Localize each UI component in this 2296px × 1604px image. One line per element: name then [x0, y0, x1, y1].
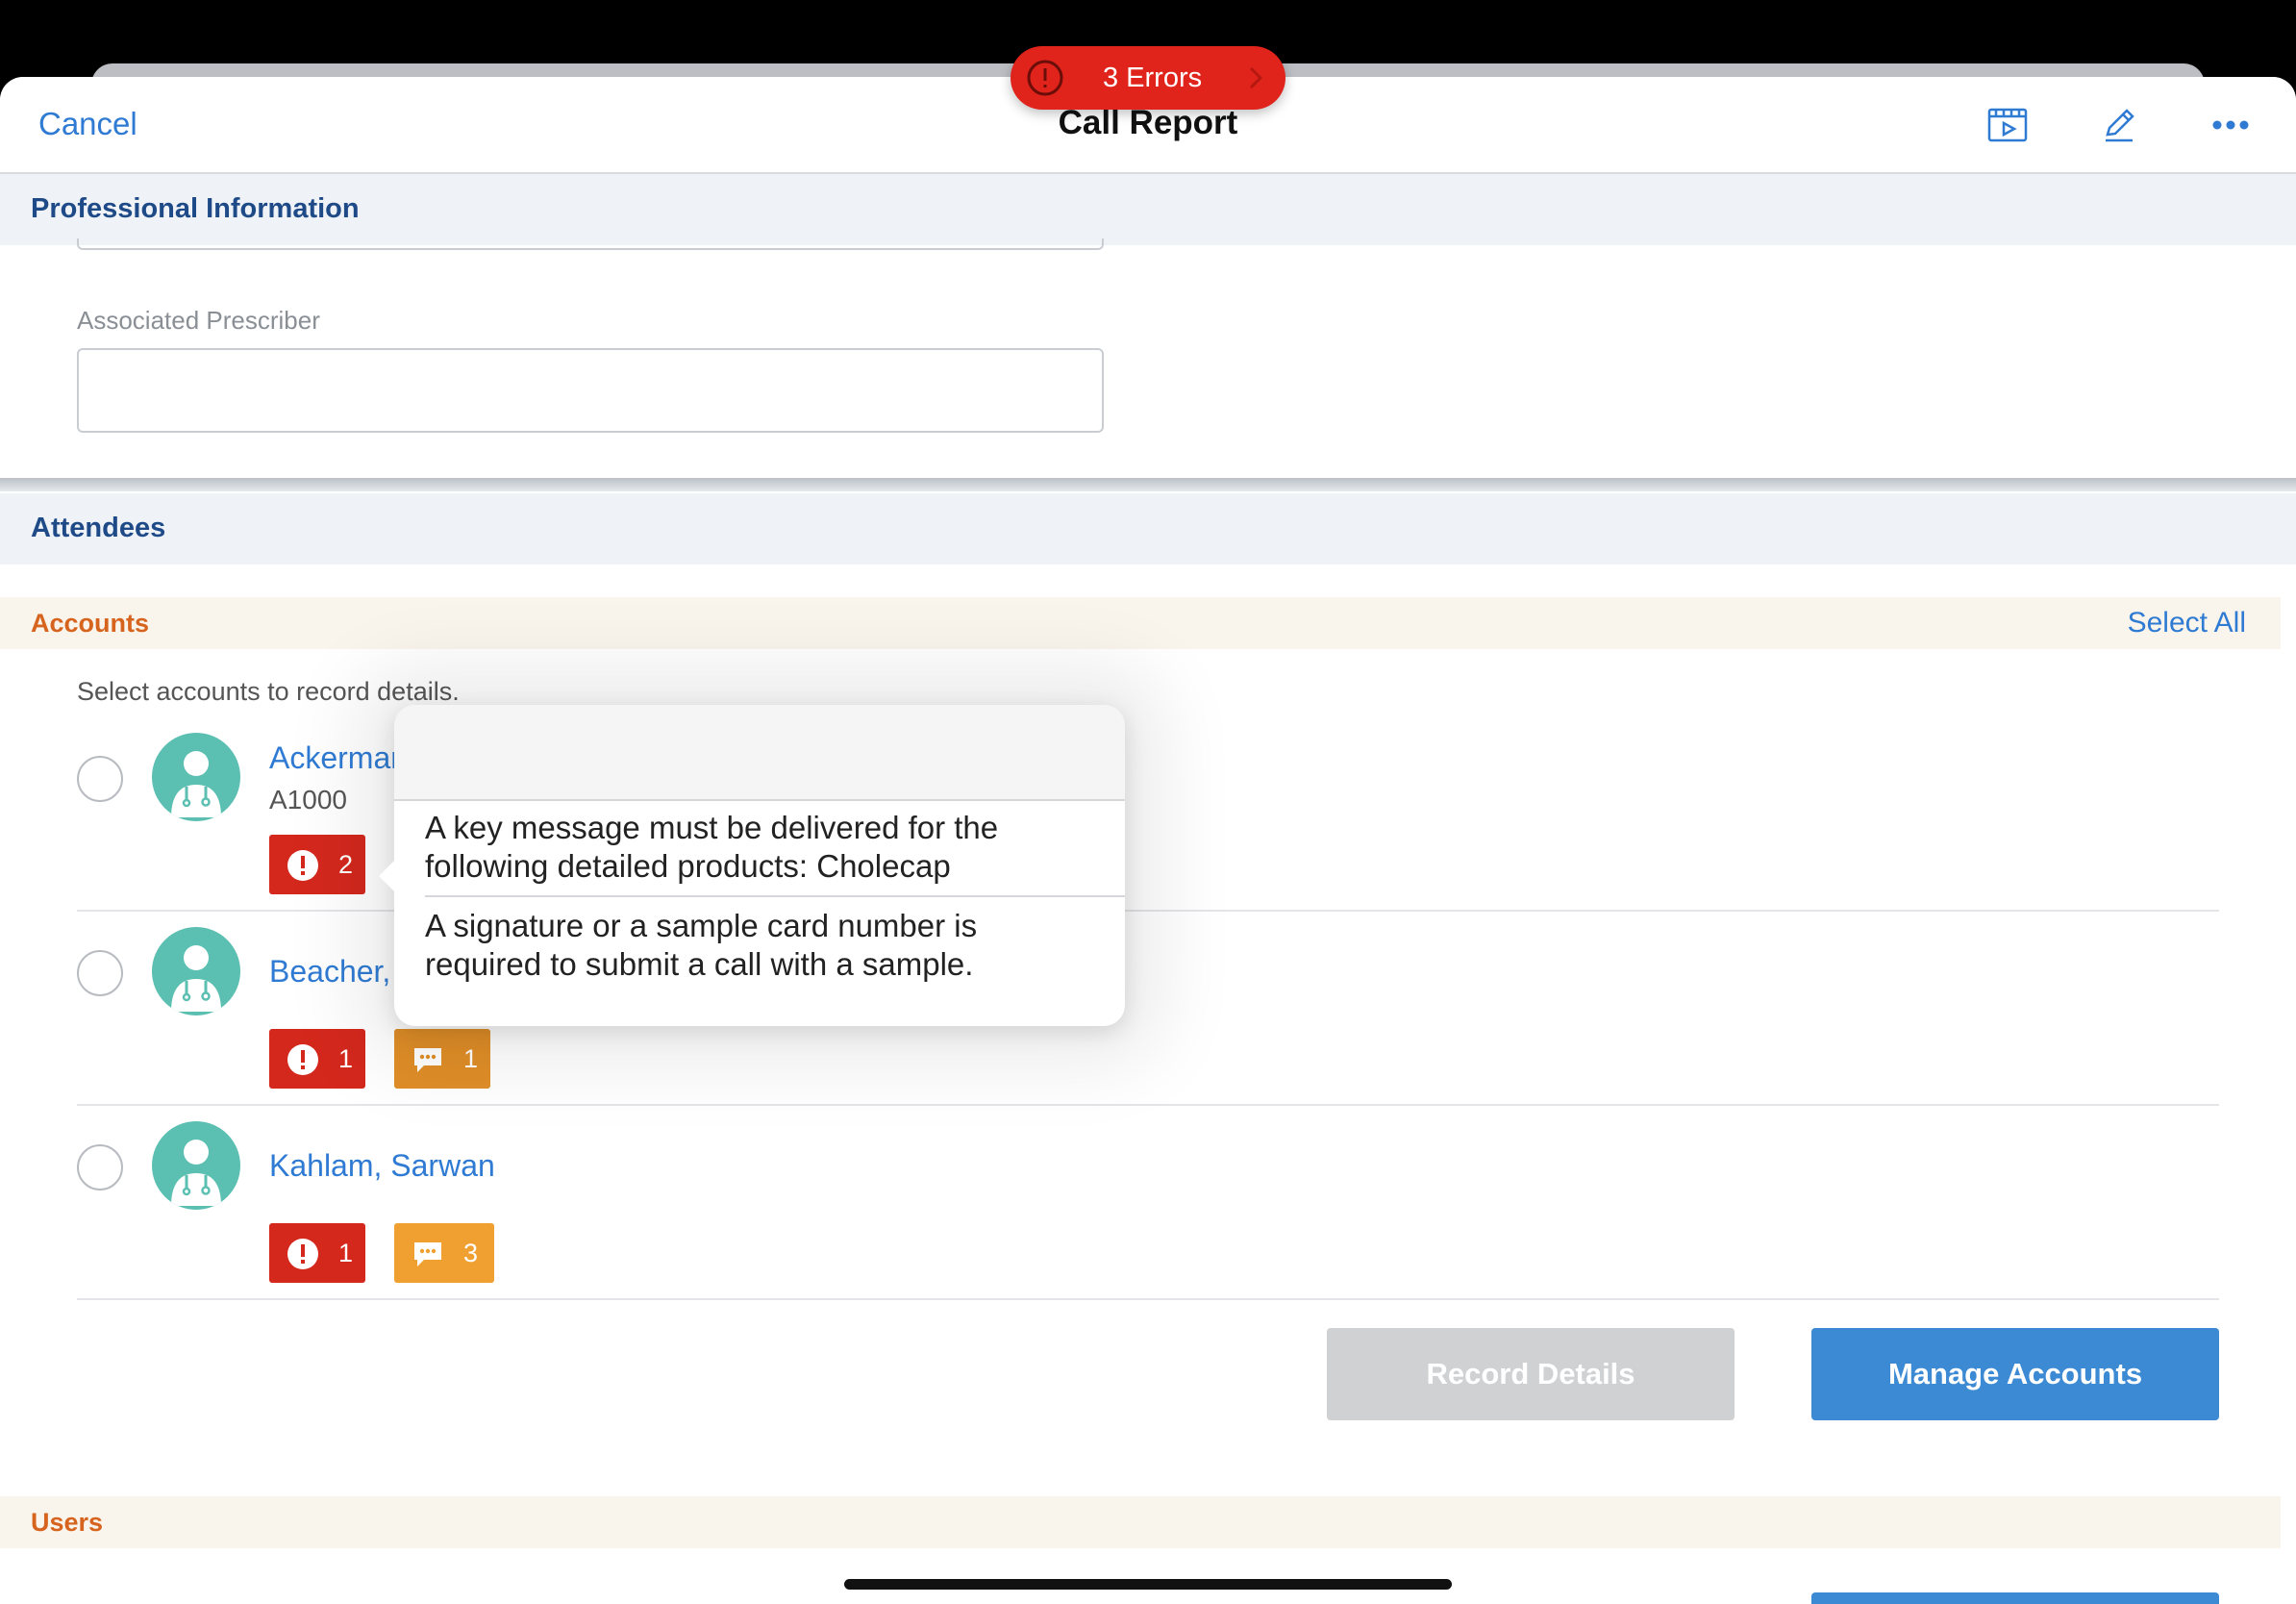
popover-header	[394, 705, 1125, 801]
accounts-title: Accounts	[31, 609, 150, 638]
section-header-attendees: Attendees	[0, 493, 2296, 564]
row-divider	[77, 1298, 2219, 1300]
account-select-radio[interactable]	[77, 1144, 123, 1190]
error-icon	[287, 849, 319, 882]
error-message: A key message must be delivered for the …	[425, 810, 999, 884]
associated-prescriber-label: Associated Prescriber	[77, 306, 320, 335]
error-count: 1	[338, 1239, 354, 1267]
associated-prescriber-field[interactable]	[77, 348, 1104, 433]
error-message: A signature or a sample card number is r…	[425, 908, 978, 982]
errors-banner-button[interactable]: 3 Errors	[1011, 46, 1285, 110]
error-count: 1	[338, 1044, 354, 1073]
users-action-button[interactable]	[1811, 1592, 2219, 1604]
popover-divider	[425, 895, 1125, 897]
doctor-avatar-icon	[152, 1121, 240, 1210]
chat-bubble-icon	[412, 1238, 444, 1270]
select-all-button[interactable]: Select All	[2128, 607, 2246, 639]
popover-arrow	[379, 859, 396, 893]
doctor-avatar-icon	[152, 927, 240, 1015]
home-indicator	[844, 1579, 1452, 1590]
account-name[interactable]: Ackerman	[269, 740, 408, 776]
more-options-icon[interactable]	[2208, 102, 2254, 148]
message-count-badge[interactable]: 1	[394, 1029, 490, 1089]
error-popover: A key message must be delivered for the …	[379, 705, 1125, 1026]
pencil-edit-icon[interactable]	[2096, 102, 2142, 148]
message-count-badge[interactable]: 3	[394, 1223, 494, 1283]
error-count-badge[interactable]: 1	[269, 1223, 365, 1283]
media-play-icon[interactable]	[1984, 102, 2031, 148]
account-id: A1000	[269, 785, 347, 815]
error-count: 2	[338, 850, 354, 879]
row-divider	[77, 1104, 2219, 1106]
error-icon	[287, 1238, 319, 1270]
chevron-right-icon	[1245, 63, 1266, 92]
accounts-hint: Select accounts to record details.	[77, 677, 460, 706]
errors-count-label: 3 Errors	[1103, 63, 1203, 93]
section-divider	[0, 478, 2296, 491]
error-count-badge[interactable]: 2	[269, 835, 365, 894]
manage-accounts-button[interactable]: Manage Accounts	[1811, 1328, 2219, 1420]
users-subheader: Users	[0, 1496, 2281, 1548]
alert-circle-icon	[1026, 59, 1064, 97]
users-title: Users	[31, 1508, 104, 1537]
account-name[interactable]: Kahlam, Sarwan	[269, 1148, 495, 1184]
account-name[interactable]: Beacher,	[269, 954, 390, 990]
section-header-professional-info: Professional Information	[0, 174, 2296, 245]
account-select-radio[interactable]	[77, 950, 123, 996]
accounts-subheader: Accounts Select All	[0, 597, 2281, 649]
call-report-sheet: Cancel Call Report Professional Informat…	[0, 77, 2296, 1604]
account-select-radio[interactable]	[77, 756, 123, 802]
message-count: 3	[463, 1239, 479, 1267]
error-icon	[287, 1043, 319, 1076]
message-count: 1	[463, 1044, 479, 1073]
chat-bubble-icon	[412, 1043, 444, 1076]
page-title: Call Report	[1058, 104, 1238, 141]
record-details-button[interactable]: Record Details	[1327, 1328, 1734, 1420]
error-count-badge[interactable]: 1	[269, 1029, 365, 1089]
doctor-avatar-icon	[152, 733, 240, 821]
previous-field-edge	[77, 238, 1104, 250]
